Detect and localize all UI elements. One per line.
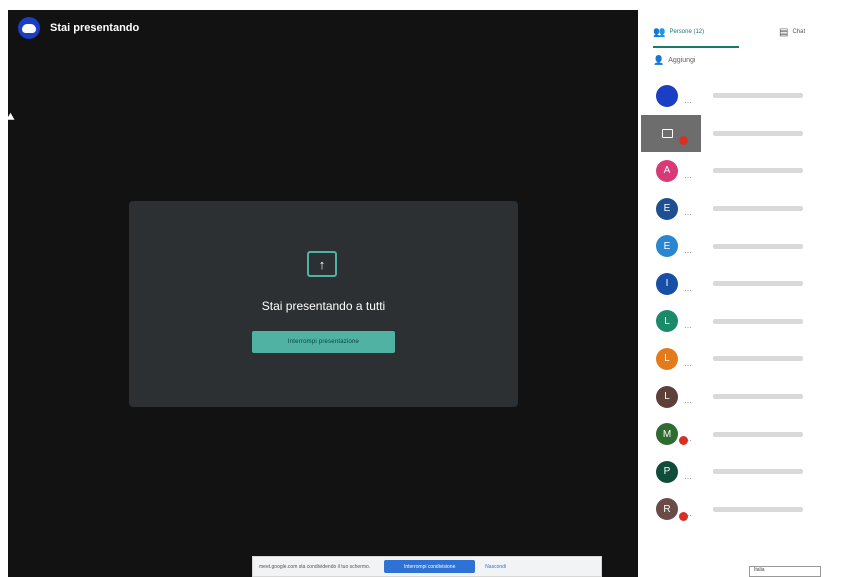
participant-avatar: L bbox=[656, 385, 678, 408]
add-person-icon: 👤 bbox=[653, 54, 665, 65]
participant-more-icon: … bbox=[684, 321, 692, 331]
participant-avatar-area: P… bbox=[641, 453, 701, 491]
presentation-stage: Stai presentando ↑ Stai presentando a tu… bbox=[6, 10, 638, 577]
participant-avatar-area: E… bbox=[641, 190, 701, 228]
participant-name bbox=[713, 318, 803, 324]
participant-avatar-area: E… bbox=[641, 227, 701, 265]
participant-row[interactable]: M… bbox=[641, 415, 845, 453]
participant-row[interactable]: E… bbox=[641, 227, 845, 265]
muted-badge-icon bbox=[679, 135, 688, 145]
screen-share-icon bbox=[661, 128, 673, 138]
participant-name bbox=[713, 168, 803, 174]
participant-name bbox=[713, 206, 803, 212]
participant-name bbox=[713, 469, 803, 475]
participant-avatar bbox=[656, 84, 678, 107]
present-screen-icon: ↑ bbox=[307, 251, 337, 277]
participant-more-icon: … bbox=[684, 208, 692, 218]
participant-avatar-area: … bbox=[641, 114, 701, 153]
participant-avatar-area: M… bbox=[641, 415, 701, 453]
stop-presenting-button[interactable]: Interrompi presentazione bbox=[252, 331, 395, 353]
participant-avatar: E bbox=[656, 197, 678, 220]
participant-row[interactable]: E… bbox=[641, 190, 845, 228]
presenting-card: ↑ Stai presentando a tutti Interrompi pr… bbox=[129, 201, 518, 407]
active-tab-indicator bbox=[653, 46, 739, 48]
participant-avatar: L bbox=[656, 310, 678, 333]
participant-name bbox=[713, 356, 803, 362]
side-panel: 👥 Persone (12) ▤ Chat 👤 Aggiungi …… A… E… E… bbox=[641, 10, 845, 577]
participant-avatar: E bbox=[656, 235, 678, 258]
presenting-title: Stai presentando bbox=[50, 22, 140, 34]
mouse-pointer-icon bbox=[6, 112, 17, 124]
participant-more-icon: … bbox=[684, 95, 692, 105]
participant-row[interactable]: L… bbox=[641, 378, 845, 416]
muted-badge-icon bbox=[679, 436, 688, 446]
participant-more-icon: … bbox=[684, 245, 692, 255]
participant-avatar-area: L… bbox=[641, 340, 701, 378]
participant-avatar-area: … bbox=[641, 77, 701, 115]
participant-name bbox=[713, 243, 803, 249]
participant-name bbox=[713, 506, 803, 512]
participant-avatar: R bbox=[656, 498, 678, 521]
chat-icon: ▤ bbox=[779, 26, 789, 38]
participant-avatar: I bbox=[656, 272, 678, 295]
tab-people[interactable]: 👥 Persone (12) bbox=[653, 18, 739, 46]
participant-row[interactable]: I… bbox=[641, 265, 845, 303]
people-icon: 👥 bbox=[653, 26, 666, 38]
participant-name bbox=[713, 431, 803, 437]
tab-chat-label: Chat bbox=[792, 29, 806, 35]
add-people-button[interactable]: 👤 Aggiungi bbox=[653, 52, 695, 68]
participant-row[interactable]: L… bbox=[641, 303, 845, 341]
participant-more-icon: … bbox=[684, 471, 692, 481]
muted-badge-icon bbox=[679, 511, 688, 521]
participant-avatar-area: A… bbox=[641, 152, 701, 190]
hide-button[interactable]: Nascondi bbox=[485, 564, 506, 570]
topbar: Stai presentando bbox=[18, 16, 139, 40]
participant-more-icon: … bbox=[684, 170, 692, 180]
screen-share-bar: meet.google.com sta condividendo il tuo … bbox=[252, 556, 602, 577]
panel-tabs: 👥 Persone (12) ▤ Chat bbox=[641, 18, 845, 48]
participant-name bbox=[713, 281, 803, 287]
participant-avatar-area: L… bbox=[641, 303, 701, 341]
participant-list: …… A… E… E… I… L… L… L… M… P… R… bbox=[641, 77, 845, 528]
stop-sharing-button[interactable]: Interrompi condivisione bbox=[384, 560, 476, 573]
participant-avatar: A bbox=[656, 159, 678, 182]
participant-name bbox=[713, 130, 803, 136]
participant-more-icon: … bbox=[684, 283, 692, 293]
share-status-text: meet.google.com sta condividendo il tuo … bbox=[259, 563, 371, 570]
participant-row[interactable]: L… bbox=[641, 340, 845, 378]
tab-people-label: Persone (12) bbox=[669, 29, 705, 35]
language-select[interactable]: Italia bbox=[749, 566, 821, 577]
participant-row[interactable]: A… bbox=[641, 152, 845, 190]
add-people-label: Aggiungi bbox=[668, 56, 696, 64]
tab-chat[interactable]: ▤ Chat bbox=[779, 18, 829, 46]
participant-row[interactable]: P… bbox=[641, 453, 845, 491]
participant-more-icon: … bbox=[684, 396, 692, 406]
user-avatar bbox=[18, 17, 40, 39]
participant-avatar: M bbox=[656, 423, 678, 446]
participant-avatar-area: L… bbox=[641, 378, 701, 416]
participant-avatar: L bbox=[656, 347, 678, 370]
presenting-message: Stai presentando a tutti bbox=[261, 299, 386, 313]
participant-avatar: P bbox=[656, 460, 678, 483]
participant-avatar-area: I… bbox=[641, 265, 701, 303]
participant-row[interactable]: R… bbox=[641, 491, 845, 529]
participant-row[interactable]: … bbox=[641, 77, 845, 115]
participant-avatar-area: R… bbox=[641, 491, 701, 529]
participant-row[interactable]: … bbox=[641, 114, 845, 153]
participant-name bbox=[713, 394, 803, 400]
participant-more-icon: … bbox=[684, 358, 692, 368]
participant-name bbox=[713, 93, 803, 99]
